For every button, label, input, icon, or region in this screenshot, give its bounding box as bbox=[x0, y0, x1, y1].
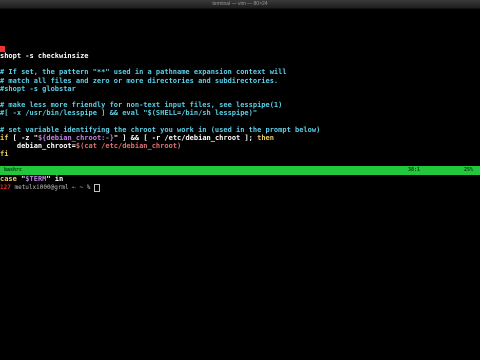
code-line: fi bbox=[0, 150, 480, 158]
editor-buffer[interactable]: shopt -s checkwinsize # If set, the patte… bbox=[0, 52, 480, 183]
code-line: case "$TERM" in bbox=[0, 175, 480, 183]
code-token: case bbox=[0, 174, 17, 183]
code-line: #shopt -s globstar bbox=[0, 85, 480, 93]
code-line: #[ -x /usr/bin/lesspipe ] && eval "$(SHE… bbox=[0, 109, 480, 117]
code-token: then bbox=[257, 133, 274, 142]
code-token: $TERM bbox=[25, 174, 47, 183]
status-filename: bashrc bbox=[4, 167, 23, 173]
code-token: " in bbox=[46, 174, 64, 183]
code-token: $(cat /etc/debian_chroot) bbox=[75, 142, 182, 151]
terminal-cursor bbox=[94, 183, 101, 192]
exit-code: 127 bbox=[0, 184, 11, 191]
code-token: shopt -s checkwinsize bbox=[0, 52, 89, 60]
code-line: # If set, the pattern "**" used in a pat… bbox=[0, 68, 480, 76]
code-token: [ -z " bbox=[8, 133, 38, 142]
code-token: #shopt -s globstar bbox=[0, 84, 76, 93]
code-line: # set variable identifying the chroot yo… bbox=[0, 126, 480, 134]
code-token: # If set, the pattern "**" used in a pat… bbox=[0, 68, 287, 77]
code-token: debian_chroot= bbox=[0, 142, 76, 151]
code-line: debian_chroot=$(cat /etc/debian_chroot) bbox=[0, 142, 480, 150]
code-token: # match all files and zero or more direc… bbox=[0, 76, 279, 85]
code-line: # match all files and zero or more direc… bbox=[0, 77, 480, 85]
status-percent: 25% bbox=[464, 167, 474, 173]
code-line: if [ -z "${debian_chroot:-}" ] && [ -r /… bbox=[0, 134, 480, 142]
status-position: 38:1 bbox=[408, 167, 421, 173]
prompt-path: ~ bbox=[79, 184, 84, 191]
shell-prompt[interactable]: 127 metulxi000@grml ⇠ ~ % bbox=[0, 183, 480, 192]
code-token: " ] && [ -r /etc/debian_chroot ]; bbox=[113, 133, 258, 142]
code-token: # set variable identifying the chroot yo… bbox=[0, 125, 321, 134]
code-token: ${debian_chroot:-} bbox=[37, 133, 114, 142]
vim-statusline: bashrc 38:1 25% bbox=[0, 166, 480, 175]
prompt-user-host: metulxi000@grml bbox=[14, 184, 69, 191]
prompt-symbol: % bbox=[86, 184, 91, 191]
code-line: shopt -s checkwinsize bbox=[0, 52, 480, 60]
window-title: terminal — vim — 80×24 bbox=[212, 1, 268, 7]
code-line: # make less more friendly for non-text i… bbox=[0, 101, 480, 109]
code-token: # make less more friendly for non-text i… bbox=[0, 101, 283, 110]
code-token: #[ -x /usr/bin/lesspipe ] && eval "$(SHE… bbox=[0, 109, 258, 118]
window-titlebar[interactable]: terminal — vim — 80×24 bbox=[0, 0, 480, 9]
code-token: fi bbox=[0, 150, 9, 159]
